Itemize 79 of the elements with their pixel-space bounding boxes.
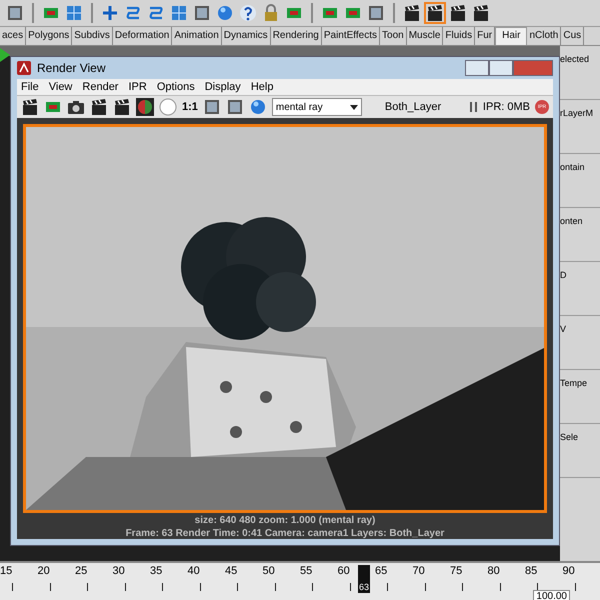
clapper-icon[interactable] bbox=[403, 4, 421, 22]
grid-icon[interactable] bbox=[65, 4, 83, 22]
minimize-button[interactable] bbox=[465, 60, 489, 76]
renderer-dropdown[interactable]: mental ray bbox=[272, 98, 362, 116]
shelf-tab[interactable]: Hair bbox=[495, 27, 528, 45]
render-status: Frame: 63 Render Time: 0:41 Camera: camera1 Layers: Both_Layer bbox=[124, 528, 446, 539]
frame-number: 60 bbox=[338, 565, 350, 577]
maximize-button[interactable] bbox=[489, 60, 513, 76]
panel-label: Sele bbox=[560, 424, 600, 478]
frame-number: 55 bbox=[300, 565, 312, 577]
zoom-button[interactable]: 1:1 bbox=[182, 101, 198, 114]
range-end-field[interactable]: 100.00 bbox=[533, 590, 570, 600]
ipr-memory: IPR: 0MB bbox=[482, 101, 530, 114]
plus-icon[interactable] bbox=[101, 4, 119, 22]
shelf-tab[interactable]: Cus bbox=[561, 27, 584, 45]
window-title: Render View bbox=[37, 60, 106, 75]
shelf-tab[interactable]: PaintEffects bbox=[322, 27, 380, 45]
shelf-tab[interactable]: aces bbox=[0, 27, 26, 45]
frame-number: 35 bbox=[150, 565, 162, 577]
clapper-icon[interactable] bbox=[90, 98, 108, 116]
frame-number: 45 bbox=[225, 565, 238, 577]
panel-label: Tempe bbox=[560, 370, 600, 424]
panel-label: V bbox=[560, 316, 600, 370]
frame-number: 70 bbox=[412, 565, 425, 577]
shelf-tab[interactable]: Subdivs bbox=[72, 27, 113, 45]
menu-item[interactable]: Render bbox=[82, 80, 118, 93]
app-icon bbox=[17, 60, 31, 75]
shelf-tab[interactable]: Animation bbox=[172, 27, 222, 45]
panel-label: ontain bbox=[560, 154, 600, 208]
play-icon[interactable] bbox=[0, 48, 10, 62]
menu-item[interactable]: Options bbox=[156, 80, 195, 93]
current-frame[interactable]: 63 bbox=[358, 565, 370, 593]
render-status: size: 640 480 zoom: 1.000 (mental ray) bbox=[194, 514, 376, 526]
clapper-icon[interactable] bbox=[113, 98, 131, 116]
sphere-icon[interactable] bbox=[248, 98, 267, 116]
panel-label: rLayerM bbox=[560, 100, 600, 154]
menu-item[interactable]: IPR bbox=[128, 80, 147, 93]
frame-number: 80 bbox=[488, 565, 500, 577]
menu-item[interactable]: File bbox=[21, 80, 39, 93]
shelf-tab[interactable]: Deformation bbox=[112, 27, 172, 45]
clapper-icon[interactable] bbox=[426, 4, 444, 22]
circle-icon[interactable] bbox=[159, 98, 177, 116]
menu-item[interactable]: Display bbox=[204, 80, 241, 93]
frame-number: 15 bbox=[0, 565, 12, 577]
lock-icon[interactable] bbox=[262, 4, 280, 22]
menu-item[interactable]: View bbox=[48, 80, 72, 93]
layer-label: Both_Layer bbox=[384, 101, 442, 114]
frame-number: 85 bbox=[525, 565, 538, 577]
curve-icon[interactable] bbox=[147, 4, 165, 22]
frame-number: 30 bbox=[112, 565, 125, 577]
shelf-tab[interactable]: Polygons bbox=[26, 27, 72, 45]
frame-number: 25 bbox=[75, 565, 88, 577]
sphere-icon[interactable] bbox=[216, 4, 234, 22]
panel-label: onten bbox=[560, 208, 600, 262]
pause-icon[interactable] bbox=[470, 102, 478, 112]
clapper-icon[interactable] bbox=[472, 4, 490, 22]
clapper-icon[interactable] bbox=[449, 4, 467, 22]
clapper-icon[interactable] bbox=[21, 98, 39, 116]
help-icon[interactable] bbox=[239, 4, 257, 22]
frame-number: 65 bbox=[375, 565, 388, 577]
panel-label: elected bbox=[560, 46, 600, 100]
frame-number: 20 bbox=[38, 565, 50, 577]
shelf-tab[interactable]: Rendering bbox=[270, 27, 322, 45]
panel-label: D bbox=[560, 262, 600, 316]
frame-number: 75 bbox=[450, 565, 462, 577]
shelf-tab[interactable]: Dynamics bbox=[222, 27, 271, 45]
close-button[interactable] bbox=[513, 60, 553, 76]
frame-number: 50 bbox=[262, 565, 275, 577]
shelf-tab[interactable]: nCloth bbox=[527, 27, 562, 45]
color-icon[interactable] bbox=[136, 98, 154, 116]
shelf-tab[interactable]: Fluids bbox=[443, 27, 476, 45]
shelf-tab[interactable]: Toon bbox=[380, 27, 407, 45]
snapshot-icon[interactable] bbox=[67, 98, 85, 116]
shelf-tab[interactable]: Muscle bbox=[406, 27, 444, 45]
menu-item[interactable]: Help bbox=[250, 80, 274, 93]
frame-number: 90 bbox=[562, 565, 575, 577]
frame-number: 40 bbox=[188, 565, 200, 577]
curve-icon[interactable] bbox=[124, 4, 142, 22]
caret-icon bbox=[350, 104, 358, 110]
